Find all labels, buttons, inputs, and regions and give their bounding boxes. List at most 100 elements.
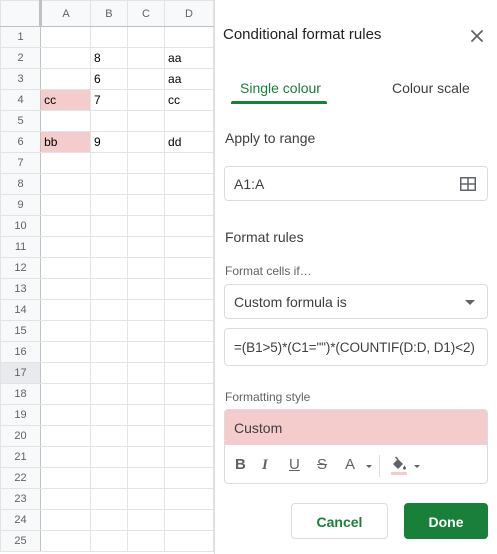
cell-a[interactable] — [40, 215, 91, 237]
cell-c[interactable] — [127, 320, 166, 342]
row-header[interactable]: 20 — [0, 425, 42, 447]
select-range-grid-icon[interactable] — [460, 177, 476, 191]
cell-b[interactable] — [89, 446, 129, 468]
cell-d[interactable]: aa — [164, 47, 214, 69]
range-input[interactable]: A1:A — [224, 166, 488, 201]
cell-d[interactable] — [164, 173, 214, 195]
row-header[interactable]: 24 — [0, 509, 42, 531]
cell-a[interactable] — [40, 383, 91, 405]
row-header[interactable]: 3 — [0, 68, 42, 90]
cell-d[interactable]: aa — [164, 68, 214, 90]
spreadsheet-grid[interactable]: A B C D 1 2 8 aa 3 6 aa 4 cc 7 cc 5 6 bb 9 dd 7 8 9 10 11 12 1… — [0, 0, 214, 554]
cell-b[interactable]: 7 — [89, 89, 129, 111]
cell-a[interactable] — [40, 299, 91, 321]
cell-b[interactable] — [89, 362, 129, 384]
cell-d[interactable] — [164, 299, 214, 321]
cell-d[interactable] — [164, 110, 214, 132]
cell-c[interactable] — [127, 68, 166, 90]
cell-a[interactable]: cc — [40, 89, 91, 111]
cell-c[interactable] — [127, 425, 166, 447]
cell-b[interactable] — [89, 320, 129, 342]
cell-a[interactable] — [40, 425, 91, 447]
cell-b[interactable]: 8 — [89, 47, 129, 69]
cell-c[interactable] — [127, 446, 166, 468]
cell-b[interactable] — [89, 257, 129, 279]
cell-a[interactable] — [40, 110, 91, 132]
select-all-corner[interactable] — [0, 0, 43, 27]
cell-d[interactable] — [164, 215, 214, 237]
cell-d[interactable] — [164, 488, 214, 510]
row-header[interactable]: 12 — [0, 257, 42, 279]
cell-a[interactable] — [40, 467, 91, 489]
row-header[interactable]: 4 — [0, 89, 42, 111]
cancel-button[interactable]: Cancel — [291, 503, 388, 539]
cell-b[interactable] — [89, 194, 129, 216]
cell-b[interactable] — [89, 215, 129, 237]
cell-c[interactable] — [127, 152, 166, 174]
cell-a[interactable] — [40, 173, 91, 195]
row-header[interactable]: 23 — [0, 488, 42, 510]
bold-button[interactable]: B — [235, 456, 246, 474]
row-header[interactable]: 22 — [0, 467, 42, 489]
cell-b[interactable] — [89, 173, 129, 195]
row-header[interactable]: 9 — [0, 194, 42, 216]
tab-colour-scale[interactable]: Colour scale — [392, 80, 470, 96]
text-color-button[interactable]: A — [345, 456, 355, 474]
cell-b[interactable] — [89, 404, 129, 426]
fill-color-icon[interactable] — [389, 455, 409, 475]
cell-a[interactable] — [40, 278, 91, 300]
underline-button[interactable]: U — [289, 456, 300, 474]
cell-c[interactable] — [127, 467, 166, 489]
cell-d[interactable] — [164, 509, 214, 531]
column-header-d[interactable]: D — [164, 0, 214, 27]
row-header[interactable]: 6 — [0, 131, 42, 153]
row-header[interactable]: 7 — [0, 152, 42, 174]
cell-d[interactable] — [164, 467, 214, 489]
cell-c[interactable] — [127, 404, 166, 426]
cell-c[interactable] — [127, 173, 166, 195]
cell-d[interactable] — [164, 446, 214, 468]
cell-b[interactable] — [89, 236, 129, 258]
cell-c[interactable] — [127, 47, 166, 69]
cell-d[interactable] — [164, 236, 214, 258]
cell-d[interactable] — [164, 425, 214, 447]
cell-b[interactable]: 9 — [89, 131, 129, 153]
cell-a[interactable] — [40, 341, 91, 363]
cell-a[interactable] — [40, 47, 91, 69]
cell-b[interactable] — [89, 299, 129, 321]
row-header[interactable]: 14 — [0, 299, 42, 321]
cell-b[interactable] — [89, 467, 129, 489]
cell-a[interactable]: bb — [40, 131, 91, 153]
done-button[interactable]: Done — [404, 503, 488, 539]
row-header[interactable]: 18 — [0, 383, 42, 405]
cell-b[interactable] — [89, 26, 129, 48]
row-header[interactable]: 1 — [0, 26, 42, 48]
cell-a[interactable] — [40, 488, 91, 510]
custom-formula-input[interactable]: =(B1>5)*(C1="")*(COUNTIF(D:D, D1)<2) — [224, 328, 488, 366]
cell-c[interactable] — [127, 110, 166, 132]
row-header[interactable]: 15 — [0, 320, 42, 342]
cell-c[interactable] — [127, 362, 166, 384]
row-header[interactable]: 25 — [0, 530, 42, 552]
cell-c[interactable] — [127, 509, 166, 531]
cell-d[interactable] — [164, 362, 214, 384]
tab-single-colour[interactable]: Single colour — [240, 80, 321, 96]
cell-c[interactable] — [127, 530, 166, 552]
strikethrough-button[interactable]: S — [317, 456, 327, 474]
row-header[interactable]: 10 — [0, 215, 42, 237]
cell-d[interactable] — [164, 152, 214, 174]
style-preset-dropdown[interactable]: Custom — [225, 410, 487, 445]
cell-b[interactable] — [89, 341, 129, 363]
row-header[interactable]: 2 — [0, 47, 42, 69]
row-header[interactable]: 5 — [0, 110, 42, 132]
cell-c[interactable] — [127, 257, 166, 279]
cell-a[interactable] — [40, 236, 91, 258]
cell-d[interactable] — [164, 404, 214, 426]
cell-c[interactable] — [127, 26, 166, 48]
row-header[interactable]: 11 — [0, 236, 42, 258]
column-header-c[interactable]: C — [127, 0, 166, 27]
cell-b[interactable] — [89, 383, 129, 405]
cell-c[interactable] — [127, 236, 166, 258]
italic-button[interactable]: I — [262, 456, 268, 474]
cell-b[interactable] — [89, 530, 129, 552]
